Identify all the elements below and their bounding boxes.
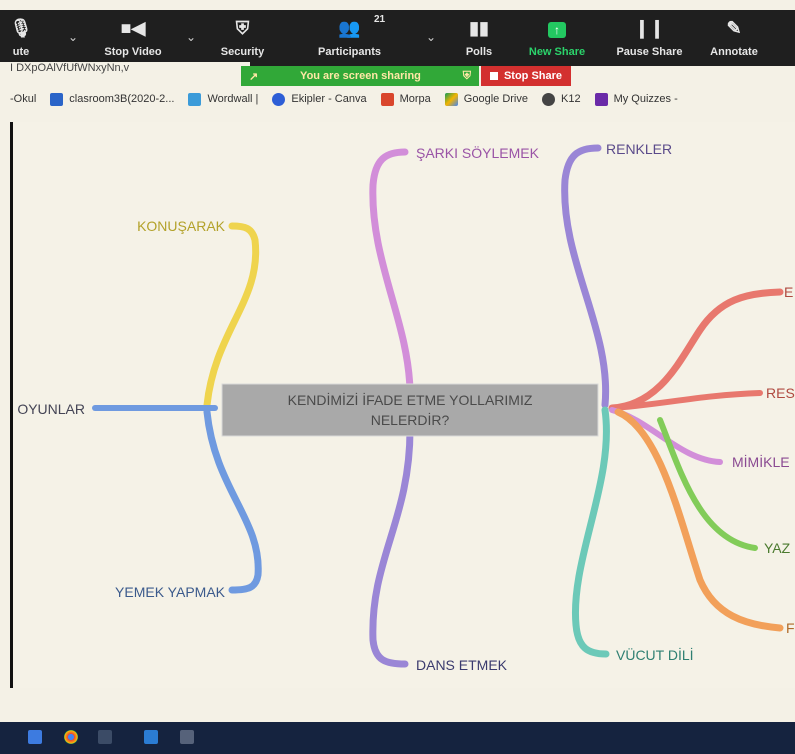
label-yemek-yapmak: YEMEK YAPMAK — [115, 584, 226, 600]
branch-vucut-line — [571, 406, 610, 658]
mind-map: KENDİMİZİ İFADE ETME YOLLARIMIZ NELERDİR… — [17, 141, 795, 673]
file-explorer-icon[interactable] — [28, 730, 42, 744]
branch-yaz-line — [657, 417, 758, 551]
branch-konusarak-line — [203, 222, 260, 409]
branch-sarki-line — [369, 148, 414, 394]
label-renkler: RENKLER — [606, 141, 672, 157]
label-konusarak: KONUŞARAK — [137, 218, 226, 234]
label-yaz: YAZ — [764, 540, 791, 556]
app-icon[interactable] — [98, 730, 112, 744]
windows-taskbar — [0, 722, 795, 754]
label-dans-etmek: DANS ETMEK — [416, 657, 508, 673]
label-f: F — [786, 620, 795, 636]
center-title-line1: KENDİMİZİ İFADE ETME YOLLARIMIZ — [288, 391, 533, 408]
label-e: E — [784, 284, 793, 300]
label-mimikle: MİMİKLE — [732, 453, 790, 470]
chrome-icon[interactable] — [64, 730, 78, 744]
branch-dans-line — [369, 426, 414, 668]
label-sarki-soylemek: ŞARKI SÖYLEMEK — [416, 144, 540, 161]
branch-renkler-line — [561, 144, 610, 409]
zoom-icon[interactable] — [144, 730, 158, 744]
paint-icon[interactable] — [180, 730, 194, 744]
label-vucut-dili: VÜCUT DİLİ — [616, 646, 694, 663]
branch-yemek-line — [203, 408, 262, 594]
label-res: RES — [766, 385, 795, 401]
branch-f-line — [614, 408, 784, 632]
center-title-line2: NELERDİR? — [371, 411, 450, 428]
label-oyunlar: OYUNLAR — [17, 401, 85, 417]
